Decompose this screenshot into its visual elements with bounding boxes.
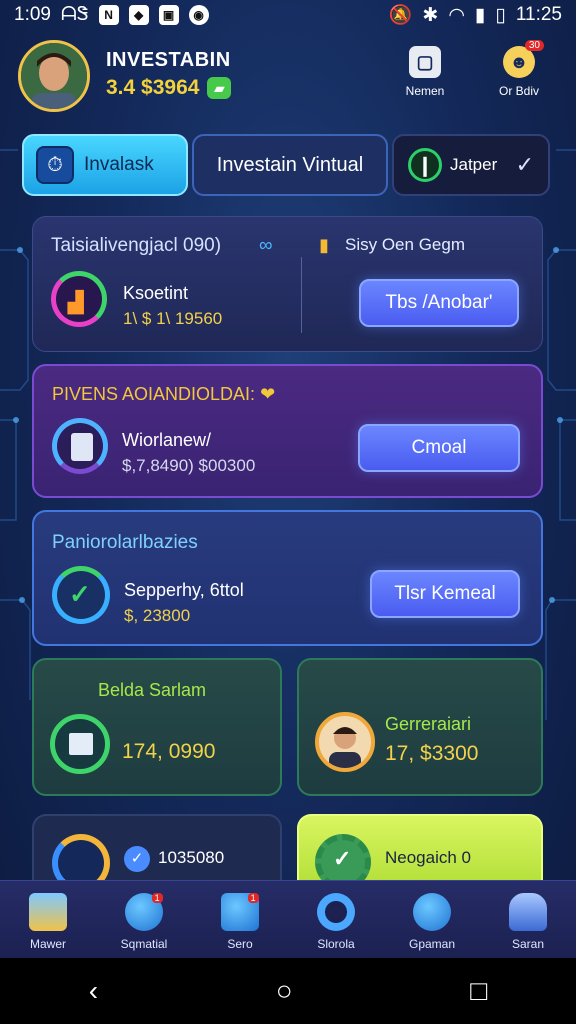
bottom-card-1[interactable]: ✓ 1035080 [32, 814, 282, 892]
summary-tile-2[interactable]: Gerreraiari 17, $3300 [297, 658, 543, 796]
photo-icon: ▣ [158, 5, 179, 25]
stopwatch-icon: ⏱ [36, 146, 74, 184]
pin-icon: ❙ [408, 148, 442, 182]
nav-label: Sqmatial [120, 937, 168, 951]
nav-item-saran[interactable]: Saran [480, 881, 576, 958]
status-bar: 1:09 ᗩᏕ N ◆ ▣ ◉ 🔕 ✱ ◠ ▮ ▯ 11:25 [0, 0, 576, 30]
shield-icon: ◆ [128, 5, 149, 25]
item-value: $, 23800 [124, 606, 191, 625]
header-button-left[interactable]: ▢ Nemen [390, 46, 460, 100]
stack-icon [29, 893, 67, 931]
search-icon [317, 893, 355, 931]
back-icon[interactable]: ‹ [89, 975, 98, 1007]
nav-item-slorola[interactable]: Slorola [288, 881, 384, 958]
bluetooth-icon: ✱ [422, 4, 439, 26]
summary-tile-1[interactable]: Belda Sarlam 174, 0990 [32, 658, 282, 796]
app-notification-icon: ◉ [188, 5, 209, 25]
chess-piece-icon [509, 893, 547, 931]
tab-label: Jatper [450, 155, 498, 174]
status-time: 1:09 [14, 4, 51, 25]
card-divider [301, 257, 302, 333]
balance-row: 3.4 $3964 ▰ [106, 76, 232, 100]
avatar[interactable] [18, 40, 90, 112]
card2-action-button[interactable]: Cmoal [358, 424, 520, 472]
battery-icon: ▯ [495, 4, 506, 26]
bottom-navigation: Mawer 1 Sqmatial 1 Sero Slorola Gpaman S… [0, 880, 576, 958]
cash-icon[interactable]: ▰ [207, 77, 232, 99]
check-badge-icon: ✓ [124, 846, 150, 872]
nav-badge: 1 [151, 893, 163, 903]
card1-action-button[interactable]: Tbs /Anobar' [359, 279, 519, 327]
investment-card-2: PIVENS AOIANDIOLDAI: ❤ Wiorlanew/ $,7,84… [32, 364, 543, 498]
card-title: PIVENS AOIANDIOLDAI: ❤ [52, 384, 276, 404]
check-progress-icon: ✓ [52, 566, 110, 624]
signal-icon: ▮ [474, 4, 486, 26]
nav-item-sqmatial[interactable]: 1 Sqmatial [96, 881, 192, 958]
tile-title: Gerreraiari [385, 714, 472, 734]
nav-label: Sero [227, 937, 253, 951]
nav-label: Slorola [317, 937, 355, 951]
investment-card-1: Taisialivengjacl 090) ∞ ▟ Ksoetint 1\ $ … [32, 216, 543, 352]
header-button-left-label: Nemen [405, 84, 445, 98]
status-time-right: 11:25 [515, 4, 562, 25]
profile-header: INVESTABIN 3.4 $3964 ▰ ▢ Nemen ☻ 30 Or B… [18, 36, 558, 116]
check-chevron-icon: ✓ [515, 152, 534, 177]
ledger-icon [50, 714, 110, 774]
nav-label: Mawer [29, 937, 66, 951]
tile-value: 174, 0990 [122, 740, 216, 763]
nav-label: Saran [511, 937, 545, 951]
system-navigation-bar: ‹ ○ □ [0, 958, 576, 1024]
user-avatar-icon [315, 712, 375, 772]
item-name: Sepperhy, 6ttol [124, 580, 244, 600]
card-title: Taisialivengjacl 090) [51, 235, 222, 256]
nav-item-mawer[interactable]: Mawer [0, 881, 96, 958]
tab-investain-vintual[interactable]: Investain Vintual [192, 134, 388, 196]
investment-card-3: Paniorolarlbazies ✓ Sepperhy, 6ttol $, 2… [32, 510, 543, 646]
tile-title: Belda Sarlam [98, 680, 207, 700]
item-name: Ksoetint [123, 283, 189, 303]
growth-chart-icon: ▟ [51, 271, 107, 327]
card3-action-button[interactable]: Tlsr Kemeal [370, 570, 520, 618]
status-carrier-text: ᗩᏕ [60, 4, 89, 25]
avatar-face-icon [21, 43, 87, 109]
bottom-card-2[interactable]: ✓ Neogaich 0 [297, 814, 543, 890]
mute-icon: 🔕 [388, 5, 413, 26]
tab-bar: ⏱ Invalask Investain Vintual ❙ Jatper ✓ [22, 134, 552, 196]
server-icon [52, 418, 108, 474]
header-button-right[interactable]: ☻ 30 Or Bdiv [484, 40, 554, 100]
bottom-card-value: Neogaich 0 [385, 848, 472, 867]
mascot-face-icon [413, 893, 451, 931]
app-name: INVESTABIN [106, 49, 231, 71]
trophy-icon: ▮ [319, 235, 329, 255]
nav-item-gpaman[interactable]: Gpaman [384, 881, 480, 958]
tab-invalask[interactable]: ⏱ Invalask [22, 134, 188, 196]
nav-label: Gpaman [408, 937, 456, 951]
bottom-card-value: 1035080 [158, 848, 225, 867]
card-title: Paniorolarlbazies [52, 532, 198, 553]
header-button-right-label: Or Bdiv [498, 84, 539, 98]
tab-jatper[interactable]: ❙ Jatper ✓ [392, 134, 550, 196]
notification-icon: N [98, 5, 119, 25]
tile-value: 17, $3300 [385, 742, 479, 765]
item-value: $,7,8490) $00300 [122, 456, 256, 475]
home-icon[interactable]: ○ [276, 975, 293, 1007]
item-value: 1\ $ 1\ 19560 [123, 309, 223, 328]
balance-value: 3.4 $3964 [106, 76, 200, 99]
tab-label: Invalask [84, 154, 154, 175]
tab-label: Investain Vintual [216, 153, 364, 176]
right-title: Sisy Oen Gegm [345, 235, 465, 254]
link-icon: ∞ [259, 235, 273, 256]
item-name: Wiorlanew/ [122, 430, 212, 450]
wifi-icon: ◠ [448, 4, 465, 26]
recents-icon[interactable]: □ [470, 975, 487, 1007]
nav-badge: 1 [247, 893, 259, 903]
nav-item-sero[interactable]: 1 Sero [192, 881, 288, 958]
notification-badge: 30 [524, 40, 544, 51]
device-icon: ▢ [409, 46, 441, 78]
